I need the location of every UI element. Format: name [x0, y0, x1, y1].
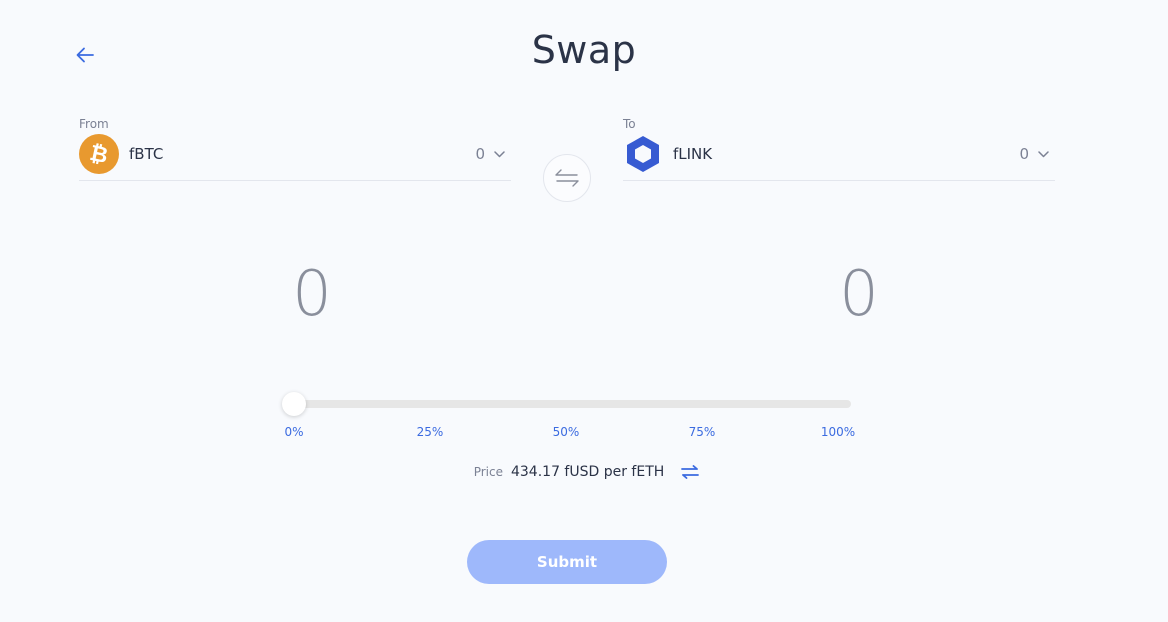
price-row: Price 434.17 fUSD per fETH: [0, 464, 1168, 480]
from-amount-input[interactable]: 0: [252, 258, 372, 330]
chevron-down-icon: [493, 148, 505, 160]
page-title: Swap: [531, 28, 637, 72]
price-label: Price: [473, 465, 503, 479]
to-label: To: [623, 117, 636, 131]
slider-mark-75[interactable]: 75%: [689, 425, 716, 439]
chevron-down-icon: [1037, 148, 1049, 160]
swap-direction-button[interactable]: [543, 154, 591, 202]
swap-arrows-icon: [555, 169, 579, 187]
to-amount-display: 0: [839, 257, 879, 330]
to-token-balance: 0: [1019, 145, 1029, 163]
slider-thumb[interactable]: [282, 392, 306, 416]
from-label: From: [79, 117, 109, 131]
swap-arrows-icon: [681, 465, 700, 479]
to-token-select[interactable]: fLINK 0: [623, 132, 1055, 181]
from-token-section: From ₿ fBTC 0: [79, 116, 511, 181]
swap-page: Swap From ₿ fBTC 0 To fLINK 0 0 0 0% 25%…: [0, 0, 1168, 622]
submit-button[interactable]: Submit: [467, 540, 667, 584]
slider-track: [283, 400, 851, 408]
slider-mark-25[interactable]: 25%: [417, 425, 444, 439]
slider-mark-50[interactable]: 50%: [553, 425, 580, 439]
slider-marks: 0% 25% 50% 75% 100%: [0, 425, 1168, 441]
chainlink-icon: [623, 134, 663, 174]
to-token-name: fLINK: [673, 145, 713, 163]
slider-mark-0[interactable]: 0%: [284, 425, 303, 439]
slider-mark-100[interactable]: 100%: [821, 425, 855, 439]
bitcoin-icon: ₿: [79, 134, 119, 174]
amount-slider[interactable]: [282, 392, 851, 416]
from-token-name: fBTC: [129, 145, 164, 163]
from-token-select[interactable]: ₿ fBTC 0: [79, 132, 511, 181]
price-invert-button[interactable]: [680, 464, 700, 480]
price-value: 434.17 fUSD per fETH: [510, 464, 665, 480]
from-token-balance: 0: [475, 145, 485, 163]
to-token-section: To fLINK 0: [623, 116, 1055, 181]
